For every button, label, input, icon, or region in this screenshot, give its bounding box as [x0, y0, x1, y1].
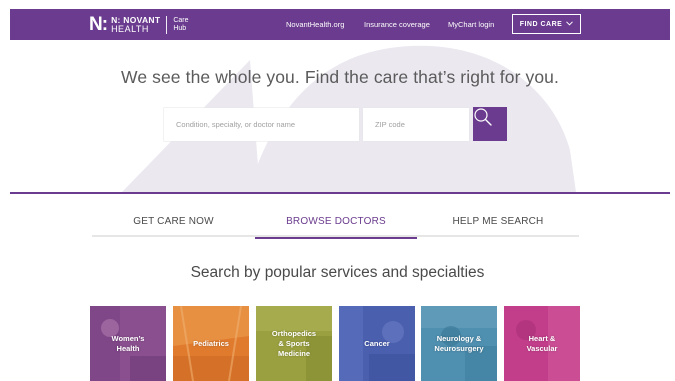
tab-get-care-now[interactable]: GET CARE NOW [92, 205, 255, 237]
care-hub-line2: Hub [173, 25, 187, 32]
care-hub-line1: Care [173, 17, 189, 24]
chevron-down-icon [566, 20, 574, 28]
nav-link-insurance-coverage[interactable]: Insurance coverage [364, 9, 430, 40]
novant-health-logo[interactable]: N: N: NOVANT HEALTH Care Hub [89, 15, 189, 35]
logo-wordmark: N: NOVANT HEALTH [111, 16, 160, 34]
tab-help-me-search[interactable]: HELP ME SEARCH [417, 205, 579, 237]
tile-label: Heart & Vascular [526, 333, 558, 353]
logo-health-text: HEALTH [111, 24, 149, 34]
hero-divider [10, 192, 670, 194]
search-button[interactable] [473, 107, 507, 141]
care-tabs: GET CARE NOW BROWSE DOCTORS HELP ME SEAR… [92, 205, 579, 239]
nav-link-novanthealth[interactable]: NovantHealth.org [286, 9, 344, 40]
specialty-tile-heart-vascular[interactable]: Heart & Vascular [504, 306, 580, 381]
tile-label: Pediatrics [193, 338, 229, 348]
specialty-tile-neurology[interactable]: Neurology & Neurosurgery [421, 306, 497, 381]
specialty-tile-orthopedics[interactable]: Orthopedics & Sports Medicine [256, 306, 332, 381]
search-icon [474, 108, 492, 126]
specialties-title: Search by popular services and specialti… [190, 264, 485, 281]
logo-mark: N: [89, 14, 108, 35]
specialty-tile-pediatrics[interactable]: Pediatrics [173, 306, 249, 381]
tile-label: Women’s Health [111, 333, 145, 353]
main-navbar: N: N: NOVANT HEALTH Care Hub NovantHealt… [10, 9, 670, 40]
find-care-label: FIND CARE [519, 20, 563, 28]
tile-label: Cancer [364, 338, 390, 348]
find-care-button[interactable]: FIND CARE [512, 14, 581, 34]
tile-label: Orthopedics & Sports Medicine [271, 328, 317, 358]
logo-divider [166, 16, 168, 34]
care-hub-label: Care Hub [173, 17, 188, 33]
tab-browse-doctors[interactable]: BROWSE DOCTORS [255, 205, 417, 239]
zip-code-input[interactable] [363, 108, 469, 141]
nav-link-mychart-login[interactable]: MyChart login [448, 9, 494, 40]
condition-search-input[interactable] [164, 108, 359, 141]
specialty-tile-womens-health[interactable]: Women’s Health [90, 306, 166, 381]
specialty-tile-cancer[interactable]: Cancer [339, 306, 415, 381]
tile-label: Neurology & Neurosurgery [434, 333, 484, 353]
hero-title: We see the whole you. Find the care that… [121, 67, 559, 87]
hero-section: We see the whole you. Find the care that… [10, 40, 670, 192]
